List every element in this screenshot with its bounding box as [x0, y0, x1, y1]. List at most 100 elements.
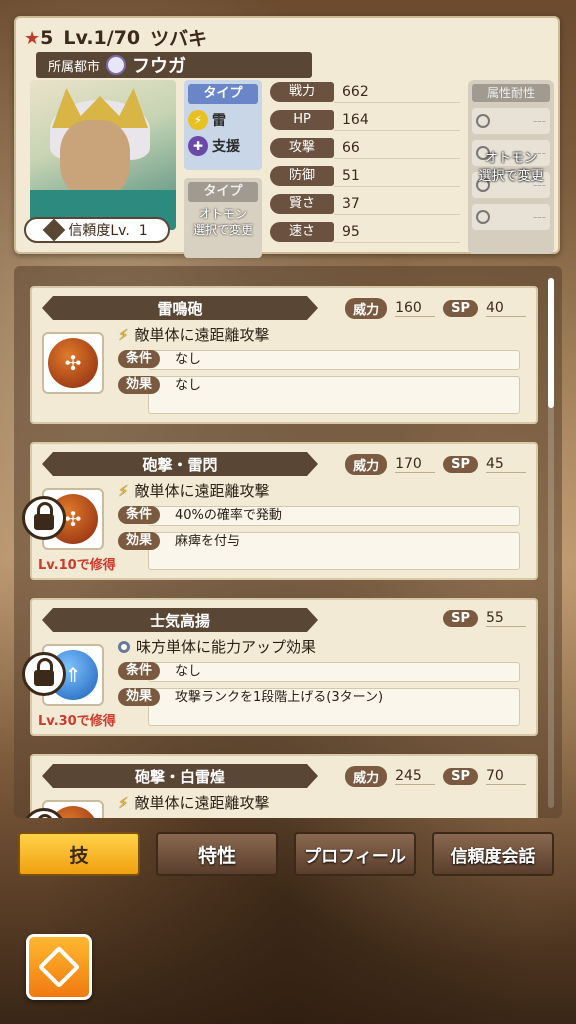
- resistance-box[interactable]: 属性耐性 --- --- --- --- オトモン 選択で変更: [468, 80, 554, 254]
- stat-row: 戦力 662: [270, 80, 460, 104]
- power-value: 245: [395, 768, 436, 785]
- skill-desc: ⚡ 敵単体に遠距離攻撃: [118, 792, 270, 813]
- scrollbar-thumb[interactable]: [548, 278, 554, 408]
- resist-value: ---: [533, 114, 546, 128]
- sp-value: 55: [486, 610, 526, 627]
- unlock-level: Lv.10で修得: [38, 558, 116, 573]
- skill-desc: ⚡ 敵単体に遠距離攻撃: [118, 480, 270, 501]
- star-icon: ★: [24, 27, 41, 49]
- support-ring-icon: [118, 640, 130, 653]
- power-value: 160: [395, 300, 436, 317]
- type-2-label: 支援: [212, 139, 240, 155]
- stat-value: 95: [334, 221, 460, 243]
- stat-key: HP: [270, 110, 334, 130]
- stat-key: 速さ: [270, 222, 334, 242]
- otomon-hint-2: 選択で変更: [192, 223, 253, 237]
- resist-title: 属性耐性: [472, 84, 550, 102]
- stat-value: 164: [334, 109, 460, 131]
- sp-label: SP: [443, 300, 478, 317]
- monster-name: ツバキ: [150, 28, 208, 50]
- otomon-hint-1: オトモン: [198, 207, 247, 221]
- unlock-level: Lv.30で修得: [38, 714, 116, 729]
- power-label: 威力: [345, 454, 388, 475]
- skill-name: 雷鳴砲: [42, 296, 318, 320]
- skill-card[interactable]: 士気高揚 SP 55 ⇑ Lv.30で修得 味方単体に能力アップ効果 条件 なし …: [22, 598, 538, 736]
- effect-tag: 効果: [118, 688, 161, 706]
- otomon-hint: オトモン 選択で変更: [188, 206, 258, 238]
- power-label: 威力: [345, 766, 388, 787]
- tab-trust-talk[interactable]: 信頼度会話: [432, 832, 554, 876]
- sp-label: SP: [443, 456, 478, 473]
- skill-desc: ⚡ 敵単体に遠距離攻撃: [118, 324, 270, 345]
- stat-value: 37: [334, 193, 460, 215]
- resist-hint: オトモン 選択で変更: [468, 150, 554, 186]
- sp-value: 40: [486, 300, 526, 317]
- name-row: ★5 Lv.1/70 ツバキ: [24, 24, 207, 51]
- type-column: タイプ ⚡ 雷 ✚ 支援 タイプ オトモン 選択で変更: [184, 80, 262, 258]
- thunder-icon: ⚡: [118, 793, 129, 812]
- type-title: タイプ: [188, 84, 258, 104]
- cannon-skill-icon: ✣: [48, 338, 98, 388]
- condition-tag: 条件: [118, 662, 161, 680]
- otomon-type-title: タイプ: [188, 182, 258, 202]
- otomon-type-box[interactable]: タイプ オトモン 選択で変更: [184, 178, 262, 258]
- skill-effect: 効果 麻痺を付与: [118, 532, 520, 570]
- monster-portrait: [30, 80, 176, 230]
- skill-name: 砲撃・雷閃: [42, 452, 318, 476]
- effect-value: なし: [148, 376, 520, 414]
- skill-icon: ✣: [42, 332, 104, 394]
- fire-resist-icon: [476, 114, 490, 128]
- sp-value: 70: [486, 768, 526, 785]
- thunder-icon: ⚡: [118, 481, 129, 500]
- stat-key: 防御: [270, 166, 334, 186]
- city-name: フウガ: [132, 56, 187, 77]
- type-box: タイプ ⚡ 雷 ✚ 支援: [184, 80, 262, 170]
- condition-tag: 条件: [118, 506, 161, 524]
- tab-skills[interactable]: 技: [18, 832, 140, 876]
- stat-key: 攻撃: [270, 138, 334, 158]
- sp-label: SP: [443, 768, 478, 785]
- city-label: 所属都市: [48, 59, 101, 75]
- stat-row: 防御 51: [270, 164, 460, 188]
- stat-row: 速さ 95: [270, 220, 460, 244]
- skill-condition: 条件 40%の確率で発動: [118, 506, 520, 526]
- thunder-icon: ⚡: [118, 325, 129, 344]
- skill-card[interactable]: 砲撃・雷閃 威力 170 SP 45 ✣ Lv.10で修得 ⚡ 敵単体に遠距離攻撃…: [22, 442, 538, 580]
- power-label: 威力: [345, 298, 388, 319]
- skill-card[interactable]: 砲撃・白雷煌 威力 245 SP 70 ✣ ⚡敵単体に遠距離攻撃: [22, 754, 538, 818]
- effect-tag: 効果: [118, 532, 161, 550]
- city-emblem-icon: [106, 55, 127, 75]
- trust-level: 信頼度Lv. 1: [68, 223, 148, 239]
- stat-value: 66: [334, 137, 460, 159]
- resist-hint-1: オトモン: [484, 151, 537, 166]
- tab-profile[interactable]: プロフィール: [294, 832, 416, 876]
- skill-effect: 効果 なし: [118, 376, 520, 414]
- skill-name: 士気高揚: [42, 608, 318, 632]
- type-support: ✚ 支援: [188, 136, 258, 156]
- back-button[interactable]: [26, 934, 92, 1000]
- stats-list: 戦力 662 HP 164 攻撃 66 防御 51 賢さ 37 速さ 95: [270, 80, 460, 248]
- resist-row-fire: ---: [472, 108, 550, 134]
- skill-meta: 威力 160 SP 40: [345, 298, 526, 319]
- tab-traits[interactable]: 特性: [156, 832, 278, 876]
- skill-meta: 威力 245 SP 70: [345, 766, 526, 787]
- resist-value: ---: [533, 210, 546, 224]
- lock-icon: [22, 652, 66, 696]
- skill-desc-text: 敵単体に遠距離攻撃: [134, 482, 270, 500]
- resist-row-dragon: ---: [472, 204, 550, 230]
- skill-card[interactable]: 雷鳴砲 威力 160 SP 40 ✣ ⚡ 敵単体に遠距離攻撃 条件 なし 効果 なし: [30, 286, 538, 424]
- skill-condition: 条件 なし: [118, 662, 520, 682]
- sp-value: 45: [486, 456, 526, 473]
- monster-header-card: ★5 Lv.1/70 ツバキ 所属都市 フウガ 信頼度Lv. 1 タイプ ⚡ 雷…: [14, 16, 560, 258]
- skill-name: 砲撃・白雷煌: [42, 764, 318, 788]
- skill-effect: 効果 攻撃ランクを1段階上げる(3ターン): [118, 688, 520, 726]
- stat-key: 戦力: [270, 82, 334, 102]
- rarity: 5: [40, 26, 54, 49]
- skill-desc-text: 敵単体に遠距離攻撃: [134, 326, 270, 344]
- effect-value: 攻撃ランクを1段階上げる(3ターン): [148, 688, 520, 726]
- effect-tag: 効果: [118, 376, 161, 394]
- power-value: 170: [395, 456, 436, 473]
- effect-value: 麻痺を付与: [148, 532, 520, 570]
- trust-badge[interactable]: 信頼度Lv. 1: [24, 217, 170, 243]
- skills-panel[interactable]: 雷鳴砲 威力 160 SP 40 ✣ ⚡ 敵単体に遠距離攻撃 条件 なし 効果 なし …: [14, 266, 562, 818]
